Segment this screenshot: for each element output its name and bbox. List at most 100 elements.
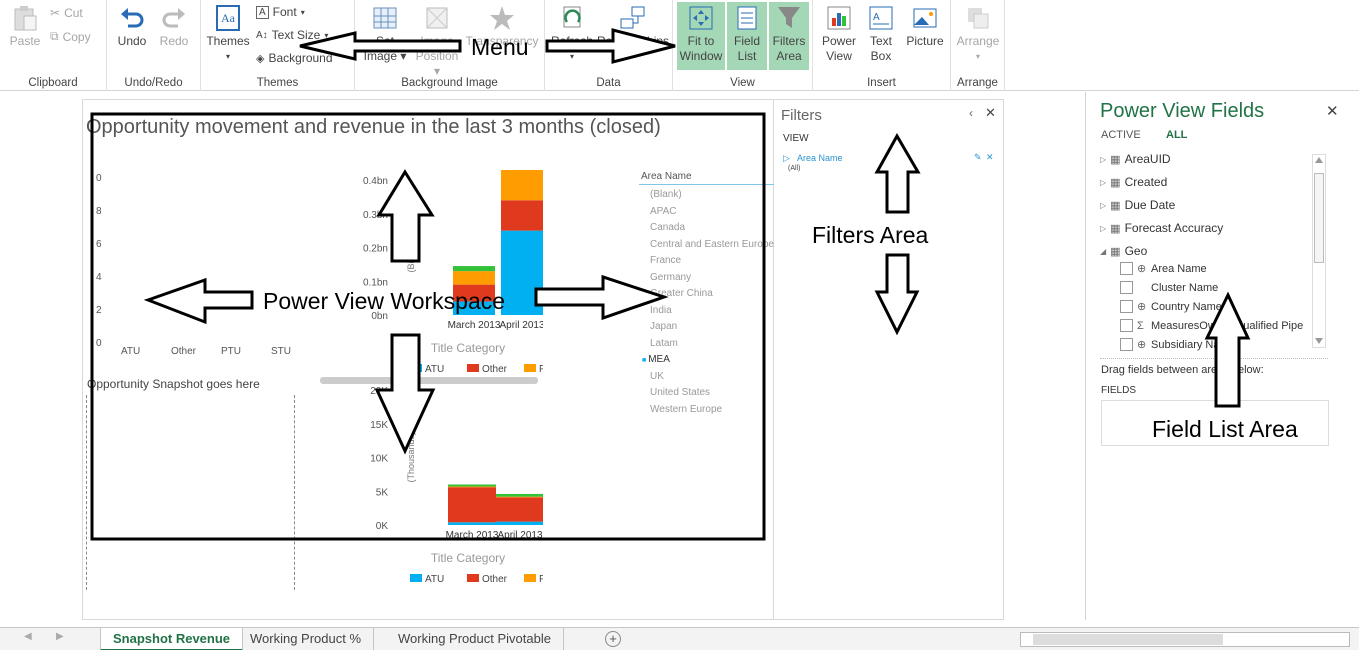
next-sheet-icon[interactable]: ▶ xyxy=(56,631,64,642)
slicer-item[interactable]: APAC xyxy=(650,206,677,217)
text-box-button[interactable]: A Text Box xyxy=(863,4,899,64)
eraser-icon[interactable]: ✎ xyxy=(974,152,982,163)
close-icon[interactable]: ✕ xyxy=(985,105,996,121)
menu-annotation: Menu xyxy=(471,34,529,60)
refresh-button[interactable]: Refresh ▾ xyxy=(550,4,594,64)
add-sheet-icon[interactable]: + xyxy=(605,631,621,647)
remove-filter-icon[interactable]: ✕ xyxy=(986,152,994,163)
redo-button[interactable]: Redo xyxy=(157,4,191,49)
paste-button[interactable]: Paste xyxy=(6,4,44,49)
checkbox[interactable] xyxy=(1120,319,1133,332)
tab-snapshot-revenue[interactable]: Snapshot Revenue xyxy=(100,628,244,650)
bar-segment[interactable] xyxy=(496,493,543,497)
collapse-icon[interactable]: ‹ xyxy=(969,106,973,120)
area-name-slicer[interactable]: Area Name (Blank) APAC Canada Central and E… xyxy=(639,170,774,430)
slicer-item[interactable]: Greater China xyxy=(650,288,713,299)
relationships-button[interactable]: Relationships xyxy=(597,4,669,49)
font-dropdown[interactable]: A Font ▾ xyxy=(256,5,305,19)
field-list-icon xyxy=(737,6,757,30)
checkbox[interactable] xyxy=(1120,300,1133,313)
prev-sheet-icon[interactable]: ◀ xyxy=(24,631,32,642)
slicer-item[interactable]: France xyxy=(650,255,681,266)
arrange-button[interactable]: Arrange ▾ xyxy=(954,4,1002,64)
group-label: Themes xyxy=(256,77,299,89)
slicer-item[interactable]: UK xyxy=(650,371,664,382)
y-tick-label: 8 xyxy=(96,206,102,217)
bar-segment[interactable] xyxy=(448,486,496,488)
filters-area-button[interactable]: Filters Area xyxy=(769,2,809,70)
horizontal-scrollbar[interactable] xyxy=(1020,632,1350,647)
expand-icon[interactable]: ◢ xyxy=(1100,247,1106,256)
scroll-down-icon[interactable] xyxy=(1315,338,1323,344)
image-position-button[interactable]: Image Position ▾ xyxy=(415,4,459,79)
report-title[interactable]: Opportunity movement and revenue in the … xyxy=(86,116,661,139)
expand-icon[interactable]: ▷ xyxy=(1100,224,1106,233)
bar-segment[interactable] xyxy=(448,484,496,487)
tab-working-product-percent[interactable]: Working Product % xyxy=(238,628,375,650)
picture-button[interactable]: Picture xyxy=(903,4,947,49)
field-item[interactable]: Cluster Name xyxy=(1120,281,1218,294)
bar-segment[interactable] xyxy=(453,271,495,285)
themes-button[interactable]: Aa Themes ▾ xyxy=(206,4,250,64)
field-table[interactable]: ▷ ▦ AreaUID xyxy=(1100,152,1171,166)
legend-label: Other xyxy=(482,364,508,375)
field-item[interactable]: ⊕ Country Name xyxy=(1120,300,1222,313)
chart-empty-bars[interactable]: 0 8 6 4 2 0 ATU Other PTU STU xyxy=(93,170,303,360)
expand-icon[interactable]: ▷ xyxy=(1100,178,1106,187)
slicer-item[interactable]: United States xyxy=(650,387,710,398)
checkbox[interactable] xyxy=(1120,338,1133,351)
copy-button[interactable]: ⧉ Copy xyxy=(50,29,91,44)
undo-button[interactable]: Undo xyxy=(115,4,149,49)
text-size-dropdown[interactable]: A↕ Text Size ▾ xyxy=(256,28,328,42)
bar-segment[interactable] xyxy=(453,266,495,272)
bar-segment[interactable] xyxy=(496,521,543,525)
close-icon[interactable]: ✕ xyxy=(1326,102,1339,120)
field-item[interactable]: ⊕ Area Name xyxy=(1120,262,1207,275)
bar-segment[interactable] xyxy=(501,170,543,201)
slicer-item[interactable]: Japan xyxy=(650,321,677,332)
field-item[interactable]: Σ MeasuresOwner Qualified Pipe xyxy=(1120,319,1303,332)
expand-icon[interactable]: ▷ xyxy=(1100,155,1106,164)
field-table[interactable]: ▷ ▦ Forecast Accuracy xyxy=(1100,221,1223,235)
filters-tab-view[interactable]: VIEW xyxy=(783,133,809,144)
bar-segment[interactable] xyxy=(496,497,543,522)
checkbox[interactable] xyxy=(1120,281,1133,294)
slicer-item[interactable]: (Blank) xyxy=(650,189,682,200)
power-view-icon xyxy=(827,6,851,30)
bar-segment[interactable] xyxy=(496,496,543,498)
slicer-item[interactable]: ■ MEA xyxy=(642,354,670,365)
field-list-button[interactable]: Field List xyxy=(727,2,767,70)
bar-segment[interactable] xyxy=(448,487,496,523)
field-table[interactable]: ▷ ▦ Due Date xyxy=(1100,198,1175,212)
slicer-item[interactable]: India xyxy=(650,305,672,316)
power-view-button[interactable]: Power View xyxy=(819,4,859,64)
bar-segment[interactable] xyxy=(501,230,543,315)
chart-revenue-thousands[interactable]: 0K 5K 10K 15K 20K (Thousands) March 2013 April … xyxy=(318,380,543,620)
scroll-thumb[interactable] xyxy=(1033,634,1223,645)
slicer-item[interactable]: Latam xyxy=(650,338,678,349)
tab-working-product-pivotable[interactable]: Working Product Pivotable xyxy=(386,628,564,650)
expand-icon[interactable]: ▷ xyxy=(783,153,790,164)
filter-item[interactable]: Area Name xyxy=(797,153,843,163)
field-item[interactable]: ⊕ Subsidiary Name xyxy=(1120,338,1235,351)
scrollbar[interactable] xyxy=(1312,154,1326,348)
background-dropdown[interactable]: ◈ Background xyxy=(256,51,333,65)
set-image-button[interactable]: Set Image ▾ xyxy=(363,4,407,64)
slicer-item[interactable]: Germany xyxy=(650,272,691,283)
slicer-item[interactable]: Canada xyxy=(650,222,685,233)
scroll-thumb[interactable] xyxy=(1314,173,1324,263)
fit-to-window-button[interactable]: Fit to Window xyxy=(677,2,725,70)
field-table[interactable]: ▷ ▦ Created xyxy=(1100,175,1167,189)
slicer-item[interactable]: Central and Eastern Europe xyxy=(650,239,774,250)
checkbox[interactable] xyxy=(1120,262,1133,275)
scroll-up-icon[interactable] xyxy=(1315,157,1323,163)
cut-button[interactable]: ✂ Cut xyxy=(50,6,83,20)
bar-segment[interactable] xyxy=(448,522,496,525)
field-table[interactable]: ◢ ▦ Geo xyxy=(1100,244,1147,258)
bar-segment[interactable] xyxy=(501,200,543,231)
expand-icon[interactable]: ▷ xyxy=(1100,201,1106,210)
slicer-item[interactable]: Western Europe xyxy=(650,404,722,415)
tab-all[interactable]: ALL xyxy=(1166,129,1187,141)
power-view-canvas[interactable]: Opportunity movement and revenue in the … xyxy=(82,99,774,620)
tab-active[interactable]: ACTIVE xyxy=(1101,129,1141,141)
